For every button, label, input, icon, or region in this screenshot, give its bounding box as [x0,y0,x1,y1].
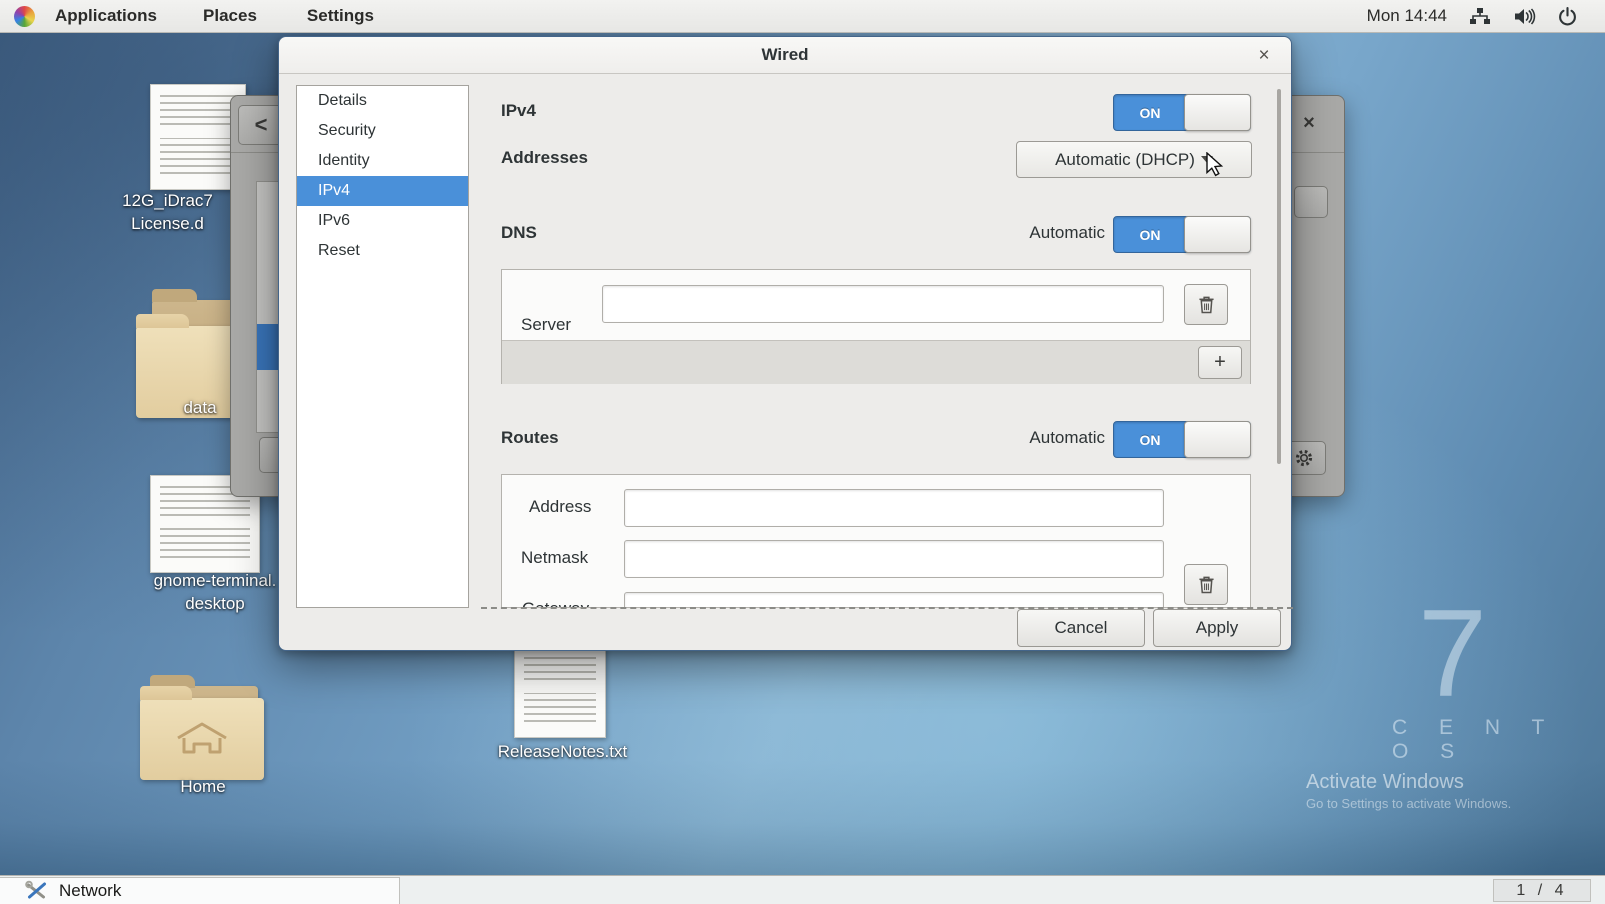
delete-route-button[interactable] [1184,564,1228,605]
dialog-scrollbar[interactable] [1277,89,1281,464]
trash-icon [1198,295,1215,314]
routes-label: Routes [501,428,559,448]
taskbar-window-network[interactable]: Network [0,877,400,904]
top-panel: Applications Places Settings Mon 14:44 [0,0,1605,33]
wired-dialog: Wired × Details Security Identity IPv4 I… [278,36,1292,651]
routes-automatic-toggle[interactable]: ON [1113,421,1251,458]
delete-dns-server-button[interactable] [1184,284,1228,325]
close-icon[interactable]: × [1296,110,1322,136]
bottom-panel: Network 1 / 4 [0,875,1605,904]
power-icon[interactable] [1558,7,1577,26]
sidebar-item-reset[interactable]: Reset [297,236,468,266]
route-netmask-input[interactable] [624,540,1164,578]
menu-applications[interactable]: Applications [41,6,171,26]
volume-icon[interactable] [1513,7,1536,26]
sidebar-item-identity[interactable]: Identity [297,146,468,176]
activate-windows-subtext: Go to Settings to activate Windows. [1306,796,1511,811]
dns-server-input[interactable] [602,285,1164,323]
sidebar-item-ipv4[interactable]: IPv4 [297,176,468,206]
partial-button[interactable] [1294,186,1328,218]
gear-icon [1294,448,1314,468]
document-icon [160,95,236,177]
route-gateway-input[interactable] [624,592,1164,608]
activate-windows-text: Activate Windows [1306,771,1464,794]
server-label: Server [521,315,571,335]
menu-settings[interactable]: Settings [293,6,388,26]
dns-automatic-label: Automatic [879,223,1105,243]
desktop-screen: 7 C E N T O S Activate Windows Go to Set… [0,0,1605,904]
taskbar-window-label: Network [59,881,121,901]
centos-brand-watermark: C E N T O S [1392,716,1605,764]
route-netmask-label: Netmask [521,548,588,568]
home-house-icon [172,718,232,758]
document-icon [524,657,596,725]
toggle-knob[interactable] [1184,94,1251,131]
dns-server-group: Server + [501,269,1251,384]
add-dns-server-button[interactable]: + [1198,346,1242,379]
route-address-input[interactable] [624,489,1164,527]
toggle-on-label: ON [1114,422,1186,457]
toggle-on-label: ON [1114,95,1186,130]
desktop-icon-home-folder[interactable] [140,698,264,780]
trash-icon [1198,575,1215,594]
toggle-on-label: ON [1114,217,1186,252]
sidebar-item-security[interactable]: Security [297,116,468,146]
routes-automatic-label: Automatic [879,428,1105,448]
dns-automatic-toggle[interactable]: ON [1113,216,1251,253]
applications-logo-icon[interactable] [14,6,35,27]
clock[interactable]: Mon 14:44 [1367,6,1447,26]
dialog-title: Wired [761,45,808,65]
desktop-icon-label[interactable]: ReleaseNotes.txt [460,740,665,763]
route-address-label: Address [529,497,591,517]
network-icon[interactable] [1469,7,1491,26]
cancel-button[interactable]: Cancel [1017,609,1145,647]
close-icon[interactable]: × [1251,43,1277,69]
desktop-icon-release-notes[interactable] [514,646,606,738]
menu-places[interactable]: Places [189,6,271,26]
tools-icon [24,880,49,902]
toggle-knob[interactable] [1184,216,1251,253]
ipv4-toggle[interactable]: ON [1113,94,1251,131]
sidebar-item-ipv6[interactable]: IPv6 [297,206,468,236]
document-icon [160,486,250,560]
apply-button[interactable]: Apply [1153,609,1281,647]
mouse-cursor [1205,152,1228,178]
toggle-knob[interactable] [1184,421,1251,458]
addresses-label: Addresses [501,148,588,168]
centos-7-watermark: 7 [1418,583,1487,725]
desktop-icon-label[interactable]: Home [140,775,266,798]
dns-group-footer [502,340,1250,384]
sidebar-item-details[interactable]: Details [297,86,468,116]
ipv4-label: IPv4 [501,101,536,121]
routes-group: Address Netmask Gateway [501,474,1251,608]
dropdown-value: Automatic (DHCP) [1055,150,1195,170]
dialog-titlebar[interactable]: Wired [279,37,1291,74]
dialog-sidebar: Details Security Identity IPv4 IPv6 Rese… [296,85,469,608]
dns-label: DNS [501,223,537,243]
workspace-pager[interactable]: 1 / 4 [1493,879,1591,902]
